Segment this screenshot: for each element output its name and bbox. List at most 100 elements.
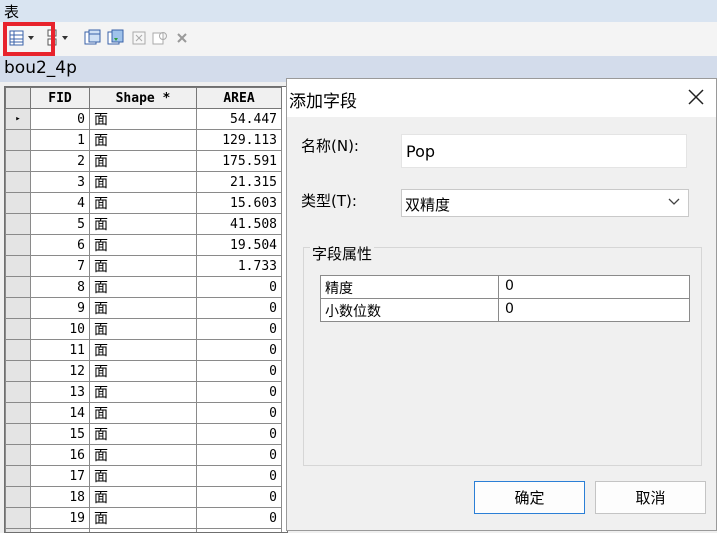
cell-shape[interactable]: 面 bbox=[90, 214, 197, 235]
cell-shape[interactable]: 面 bbox=[90, 403, 197, 424]
table-row[interactable]: 9面0 bbox=[6, 298, 282, 319]
row-selector[interactable] bbox=[6, 130, 31, 151]
row-selector[interactable] bbox=[6, 466, 31, 487]
cell-shape[interactable]: 面 bbox=[90, 424, 197, 445]
column-header-shape[interactable]: Shape * bbox=[90, 88, 197, 109]
row-selector[interactable] bbox=[6, 235, 31, 256]
cell-fid[interactable]: 9 bbox=[31, 298, 90, 319]
cell-shape[interactable]: 面 bbox=[90, 256, 197, 277]
cell-fid[interactable]: 14 bbox=[31, 403, 90, 424]
cell-area[interactable]: 54.447 bbox=[197, 109, 282, 130]
table-row[interactable]: 12面0 bbox=[6, 361, 282, 382]
cell-fid[interactable]: 18 bbox=[31, 487, 90, 508]
cancel-button[interactable]: 取消 bbox=[595, 481, 706, 514]
cell-fid[interactable]: 7 bbox=[31, 256, 90, 277]
table-row[interactable]: 11面0 bbox=[6, 340, 282, 361]
row-selector[interactable] bbox=[6, 340, 31, 361]
property-value[interactable]: 0 bbox=[499, 299, 689, 321]
cell-area[interactable]: 1.733 bbox=[197, 256, 282, 277]
table-row[interactable]: ▸0面54.447 bbox=[6, 109, 282, 130]
table-row[interactable]: 19面0 bbox=[6, 508, 282, 529]
column-header-area[interactable]: AREA bbox=[197, 88, 282, 109]
cell-fid[interactable]: 1 bbox=[31, 130, 90, 151]
table-row[interactable]: 8面0 bbox=[6, 277, 282, 298]
row-selector[interactable] bbox=[6, 256, 31, 277]
column-header-fid[interactable]: FID bbox=[31, 88, 90, 109]
table-row[interactable]: 18面0 bbox=[6, 487, 282, 508]
cell-fid[interactable]: 10 bbox=[31, 319, 90, 340]
row-selector[interactable] bbox=[6, 319, 31, 340]
cell-fid[interactable]: 12 bbox=[31, 361, 90, 382]
row-selector[interactable] bbox=[6, 298, 31, 319]
cell-shape[interactable]: 面 bbox=[90, 445, 197, 466]
cell-shape[interactable]: 面 bbox=[90, 193, 197, 214]
cell-area[interactable]: 0 bbox=[197, 424, 282, 445]
row-selector[interactable] bbox=[6, 277, 31, 298]
delete-selected-icon[interactable] bbox=[174, 29, 190, 47]
table-row[interactable]: 7面1.733 bbox=[6, 256, 282, 277]
row-selector[interactable] bbox=[6, 445, 31, 466]
row-selector[interactable] bbox=[6, 382, 31, 403]
row-selector[interactable] bbox=[6, 361, 31, 382]
cell-area[interactable]: 0 bbox=[197, 466, 282, 487]
table-row[interactable]: 4面15.603 bbox=[6, 193, 282, 214]
row-selector[interactable] bbox=[6, 508, 31, 529]
cell-shape[interactable]: 面 bbox=[90, 382, 197, 403]
cell-shape[interactable]: 面 bbox=[90, 109, 197, 130]
cell-fid[interactable]: 8 bbox=[31, 277, 90, 298]
table-row[interactable]: 15面0 bbox=[6, 424, 282, 445]
cell-fid[interactable]: 17 bbox=[31, 466, 90, 487]
cell-area[interactable]: 0 bbox=[197, 382, 282, 403]
cell-fid[interactable]: 6 bbox=[31, 235, 90, 256]
cell-area[interactable]: 15.603 bbox=[197, 193, 282, 214]
table-row[interactable]: 6面19.504 bbox=[6, 235, 282, 256]
field-type-select[interactable]: 双精度 bbox=[401, 189, 689, 217]
row-selector[interactable] bbox=[6, 424, 31, 445]
row-selector[interactable] bbox=[6, 193, 31, 214]
row-selector[interactable] bbox=[6, 214, 31, 235]
cell-shape[interactable]: 面 bbox=[90, 130, 197, 151]
cell-fid[interactable]: 5 bbox=[31, 214, 90, 235]
cell-shape[interactable]: 面 bbox=[90, 487, 197, 508]
cell-shape[interactable]: 面 bbox=[90, 508, 197, 529]
cell-area[interactable]: 0 bbox=[197, 319, 282, 340]
cell-shape[interactable]: 面 bbox=[90, 298, 197, 319]
cell-shape[interactable]: 面 bbox=[90, 361, 197, 382]
table-row[interactable]: 1面129.113 bbox=[6, 130, 282, 151]
cell-fid[interactable]: 4 bbox=[31, 193, 90, 214]
clear-selection-icon[interactable] bbox=[131, 29, 147, 47]
cell-area[interactable]: 0 bbox=[197, 403, 282, 424]
row-selector[interactable] bbox=[6, 151, 31, 172]
ok-button[interactable]: 确定 bbox=[474, 481, 585, 514]
cell-area[interactable]: 129.113 bbox=[197, 130, 282, 151]
cell-fid[interactable]: 0 bbox=[31, 109, 90, 130]
close-icon[interactable] bbox=[682, 85, 710, 109]
table-row[interactable]: 3面21.315 bbox=[6, 172, 282, 193]
cell-area[interactable]: 175.591 bbox=[197, 151, 282, 172]
cell-fid[interactable]: 19 bbox=[31, 508, 90, 529]
cell-fid[interactable]: 16 bbox=[31, 445, 90, 466]
cell-area[interactable]: 0 bbox=[197, 361, 282, 382]
table-row[interactable]: 14面0 bbox=[6, 403, 282, 424]
table-row[interactable]: 5面41.508 bbox=[6, 214, 282, 235]
row-selector[interactable] bbox=[6, 403, 31, 424]
cell-fid[interactable]: 11 bbox=[31, 340, 90, 361]
cell-shape[interactable]: 面 bbox=[90, 277, 197, 298]
cell-area[interactable]: 41.508 bbox=[197, 214, 282, 235]
row-selector[interactable] bbox=[6, 172, 31, 193]
cell-area[interactable]: 0 bbox=[197, 487, 282, 508]
switch-selection-icon[interactable] bbox=[107, 29, 125, 47]
table-row[interactable]: 17面0 bbox=[6, 466, 282, 487]
cell-area[interactable]: 0 bbox=[197, 298, 282, 319]
zoom-to-selected-icon[interactable] bbox=[152, 29, 168, 47]
cell-area[interactable]: 21.315 bbox=[197, 172, 282, 193]
cell-fid[interactable]: 3 bbox=[31, 172, 90, 193]
cell-shape[interactable]: 面 bbox=[90, 151, 197, 172]
cell-shape[interactable]: 面 bbox=[90, 235, 197, 256]
property-value[interactable]: 0 bbox=[499, 276, 689, 298]
cell-shape[interactable]: 面 bbox=[90, 340, 197, 361]
table-row[interactable]: 10面0 bbox=[6, 319, 282, 340]
cell-fid[interactable]: 13 bbox=[31, 382, 90, 403]
table-row[interactable]: 2面175.591 bbox=[6, 151, 282, 172]
cell-area[interactable]: 0 bbox=[197, 508, 282, 529]
